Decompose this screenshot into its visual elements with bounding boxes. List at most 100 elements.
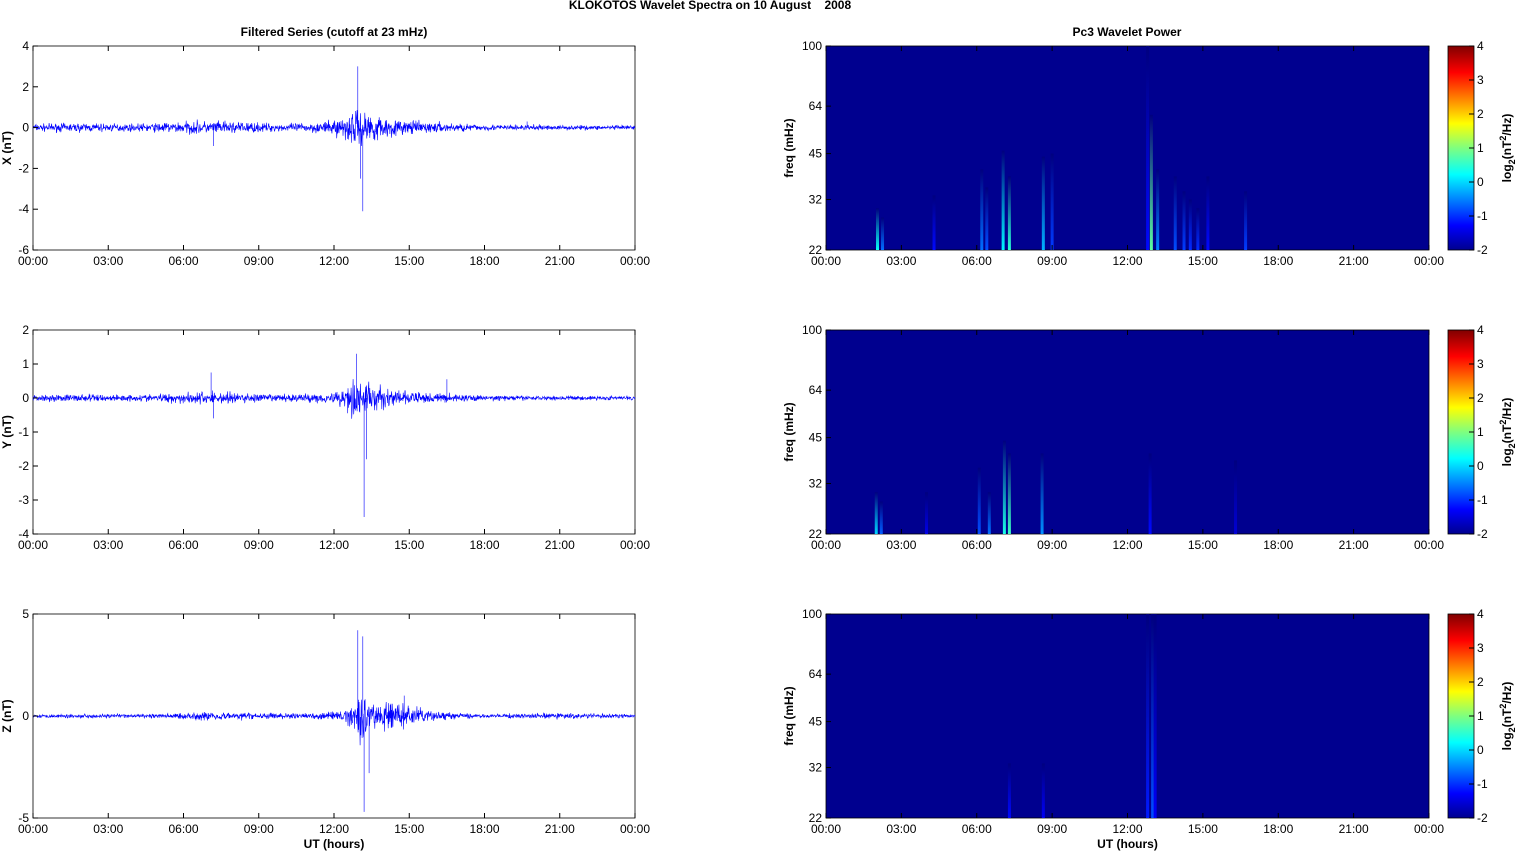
timeseries-axes (32, 45, 636, 251)
freq-tick-label: 32 (809, 761, 823, 775)
x-tick-label: 03:00 (886, 538, 916, 552)
x-tick-label: 06:00 (962, 254, 992, 268)
x-tick-label: 15:00 (394, 538, 424, 552)
colorbar-tick-label: -1 (1477, 209, 1488, 223)
y-tick-label: -4 (18, 202, 29, 216)
y-tick-label: 0 (22, 121, 29, 135)
panel-z: -505Z (nT)22324564100freq (mHz)00:00 03:0… (0, 607, 1515, 851)
panel-x: -6-4-2024X (nT)22324564100freq (mHz)00:0… (0, 39, 1515, 268)
x-tick-label: 00:00 (811, 254, 841, 268)
freq-tick-label: 100 (802, 607, 822, 621)
power-burst (1244, 191, 1248, 250)
x-tick-label: 18:00 (1263, 822, 1293, 836)
x-tick-label: 21:00 (1339, 538, 1369, 552)
colorbar-tick-label: -2 (1477, 811, 1488, 825)
y-tick-label: -3 (18, 493, 29, 507)
y-tick-label: 2 (22, 80, 29, 94)
x-tick-label: 18:00 (469, 822, 499, 836)
x-tick-label: 18:00 (469, 538, 499, 552)
colorbar-tick-label: 1 (1477, 709, 1484, 723)
power-burst (1149, 114, 1153, 250)
colorbar-tick-label: 2 (1477, 391, 1484, 405)
timeseries-axes (32, 329, 636, 535)
wavelet-spectra-figure: KLOKOTOS Wavelet Spectra on 10 August 20… (0, 0, 1515, 851)
x-tick-label: 18:00 (1263, 254, 1293, 268)
colorbar-tick-label: 0 (1477, 175, 1484, 189)
x-tick-label: 09:00 (1037, 538, 1067, 552)
power-burst (1146, 614, 1150, 818)
y-tick-label: -2 (18, 161, 29, 175)
colorbar-tick-label: 3 (1477, 73, 1484, 87)
freq-tick-label: 100 (802, 39, 822, 53)
colorbar-tick-label: 4 (1477, 39, 1484, 53)
x-tick-label: 00:00 (620, 254, 650, 268)
x-tick-label: 09:00 (1037, 254, 1067, 268)
freq-tick-label: 32 (809, 193, 823, 207)
x-tick-label: 12:00 (319, 254, 349, 268)
freq-tick-label: 64 (809, 667, 823, 681)
x-tick-label: 21:00 (545, 538, 575, 552)
y-tick-label: -1 (18, 425, 29, 439)
power-burst (1007, 176, 1011, 250)
y-tick-label: 1 (22, 357, 29, 371)
x-tick-label: 06:00 (168, 254, 198, 268)
x-tick-label: 18:00 (1263, 538, 1293, 552)
power-burst (1007, 453, 1011, 534)
x-tick-label: 21:00 (545, 822, 575, 836)
power-burst (985, 187, 989, 250)
y-tick-label: 4 (22, 39, 29, 53)
x-tick-label: 00:00 (620, 538, 650, 552)
colorbar-tick-label: 4 (1477, 607, 1484, 621)
x-tick-label: 12:00 (1112, 538, 1142, 552)
colorbar-label: log2(nT2/Hz) (1498, 114, 1515, 183)
colorbar-tick-label: 1 (1477, 425, 1484, 439)
power-burst (925, 492, 928, 534)
freq-axis-label: freq (mHz) (782, 686, 796, 745)
x-tick-label: 00:00 (1414, 254, 1444, 268)
x-tick-label: 03:00 (93, 538, 123, 552)
power-burst (1153, 614, 1157, 818)
power-burst (874, 492, 878, 534)
x-tick-label: 18:00 (469, 254, 499, 268)
x-tick-label: 00:00 (811, 822, 841, 836)
colorbar-tick-label: 0 (1477, 459, 1484, 473)
x-tick-label: 03:00 (93, 254, 123, 268)
power-burst (1206, 176, 1210, 250)
y-axis-label: Y (nT) (0, 415, 14, 449)
x-tick-label: 00:00 (18, 538, 48, 552)
x-tick-label: 12:00 (1112, 822, 1142, 836)
colorbar-tick-label: 3 (1477, 357, 1484, 371)
freq-axis-label: freq (mHz) (782, 402, 796, 461)
colorbar-tick-label: 0 (1477, 743, 1484, 757)
x-tick-label: 15:00 (1188, 822, 1218, 836)
x-tick-label: 06:00 (962, 538, 992, 552)
freq-tick-label: 64 (809, 383, 823, 397)
x-tick-label: 21:00 (1339, 254, 1369, 268)
colorbar-tick-label: -2 (1477, 527, 1488, 541)
freq-tick-label: 32 (809, 477, 823, 491)
power-burst (977, 467, 981, 534)
power-burst (1148, 453, 1152, 534)
y-tick-label: -2 (18, 459, 29, 473)
x-tick-label: 03:00 (93, 822, 123, 836)
left-column-title: Filtered Series (cutoff at 23 mHz) (241, 25, 428, 39)
colorbar-tick-label: 2 (1477, 675, 1484, 689)
panel-y: -4-3-2-1012Y (nT)22324564100freq (mHz)00… (0, 323, 1515, 552)
freq-tick-label: 45 (809, 431, 823, 445)
power-burst (1156, 169, 1160, 250)
power-burst (1188, 199, 1192, 250)
x-tick-label: 00:00 (1414, 538, 1444, 552)
colorbar-tick-label: 3 (1477, 641, 1484, 655)
power-burst (1196, 208, 1200, 250)
x-tick-label: 06:00 (962, 822, 992, 836)
x-tick-label: 09:00 (1037, 822, 1067, 836)
x-tick-label: 00:00 (620, 822, 650, 836)
colorbar-tick-label: 2 (1477, 107, 1484, 121)
wavelet-axes (825, 329, 1430, 535)
colorbar-tick-label: 1 (1477, 141, 1484, 155)
x-tick-label: 15:00 (1188, 538, 1218, 552)
x-axis-label: UT (hours) (304, 837, 365, 851)
x-tick-label: 21:00 (545, 254, 575, 268)
power-burst (876, 208, 880, 250)
x-tick-label: 15:00 (394, 822, 424, 836)
